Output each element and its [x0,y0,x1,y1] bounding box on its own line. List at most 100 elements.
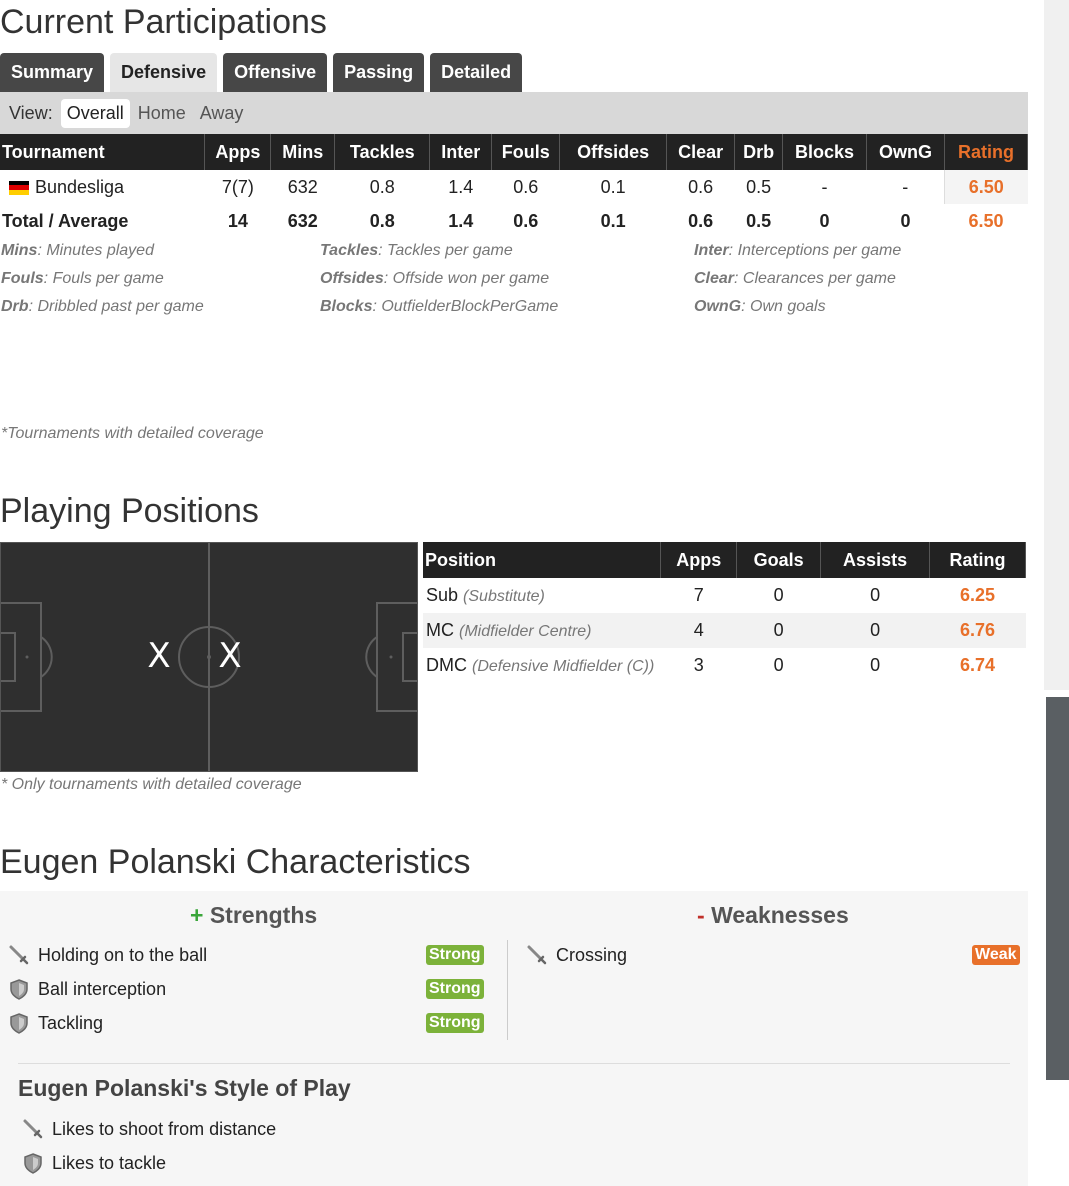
total-blocks: 0 [819,210,830,231]
inter-cell: 1.4 [448,176,474,197]
legend-owng: OwnG: Own goals [694,298,826,315]
rating-cell: 6.50 [943,170,1028,204]
view-label: View: [9,102,53,123]
sword-icon [23,1119,43,1139]
col-apps[interactable]: Apps [204,134,272,170]
total-row: Total / Average 14 632 0.8 1.4 0.6 0.1 0… [0,204,1028,238]
sword-icon [9,945,29,965]
positions-title: Playing Positions [0,492,259,530]
col-inter[interactable]: Inter [429,134,493,170]
col-owng[interactable]: OwnG [866,134,945,170]
side-player-image [1046,697,1069,1080]
shield-icon [24,1153,42,1174]
apps-cell: 7(7) [221,176,254,197]
table-header-row: Tournament Apps Mins Tackles Inter Fouls… [0,134,1029,170]
column-divider [507,940,508,1040]
table-header-row: Position Apps Goals Assists Rating [423,542,1026,578]
strength-level-badge: Strong [426,979,484,999]
strength-level-badge: Strong [426,945,484,965]
tournament-cell[interactable]: Bundesliga [0,170,205,204]
weaknesses-heading: - Weaknesses [697,902,849,928]
blocks-cell: - [821,176,828,197]
tab-summary[interactable]: Summary [0,53,105,92]
owng-cell: - [902,176,909,197]
tab-defensive[interactable]: Defensive [110,53,218,92]
goals-cell: 0 [773,585,784,605]
total-offsides: 0.1 [600,210,626,231]
position-cell: Sub (Substitute) [426,585,545,605]
total-rating: 6.50 [968,210,1004,231]
col-rating[interactable]: Rating [944,134,1029,170]
positions-table: Position Apps Goals Assists Rating Sub (… [423,542,1026,683]
col-clear[interactable]: Clear [666,134,736,170]
separator [18,1063,1010,1064]
col-rating[interactable]: Rating [929,542,1026,578]
total-owng: 0 [900,210,911,231]
offsides-cell: 0.1 [600,176,626,197]
stat-tabs: Summary Defensive Offensive Passing Deta… [0,53,523,92]
tab-detailed[interactable]: Detailed [430,53,523,92]
view-filter-bar: View: Overall Home Away [0,92,1028,134]
pitch-diagram: X X [0,542,420,772]
col-assists[interactable]: Assists [820,542,931,578]
view-option-overall[interactable]: Overall [60,98,130,128]
col-drb[interactable]: Drb [734,134,784,170]
col-apps[interactable]: Apps [660,542,738,578]
legend-offsides: Offsides: Offside won per game [320,270,550,287]
apps-cell: 7 [693,585,704,605]
col-tackles[interactable]: Tackles [334,134,431,170]
goals-cell: 0 [773,655,784,675]
style-item: Likes to shoot from distance [22,1118,276,1140]
shield-icon [10,979,28,1000]
position-marker-mc: X [147,636,170,676]
tab-passing[interactable]: Passing [333,53,425,92]
col-goals[interactable]: Goals [736,542,822,578]
clear-cell: 0.6 [688,176,714,197]
assists-cell: 0 [820,613,930,648]
legend-tackles: Tackles: Tackles per game [320,242,513,259]
total-label: Total / Average [2,210,129,231]
legend-fouls: Fouls: Fouls per game [1,270,164,287]
legend-drb: Drb: Dribbled past per game [1,298,204,315]
legend-blocks: Blocks: OutfielderBlockPerGame [320,298,559,315]
strength-item: Holding on to the ball [8,944,207,966]
weakness-level-badge: Weak [972,945,1020,965]
tab-offensive[interactable]: Offensive [223,53,328,92]
col-offsides[interactable]: Offsides [559,134,668,170]
strength-item: Ball interception [8,978,166,1000]
legend-clear: Clear: Clearances per game [694,270,896,287]
col-tournament[interactable]: Tournament [0,134,206,170]
apps-cell: 3 [693,655,704,675]
position-marker-dmc: X [218,636,241,676]
style-of-play-heading: Eugen Polanski's Style of Play [18,1075,351,1101]
goals-cell: 0 [736,613,821,648]
strength-item: Tackling [8,1012,103,1034]
assists-cell: 0 [870,655,881,675]
table-row: Sub (Substitute) 7 0 0 6.25 [423,578,1026,613]
table-row: Bundesliga 7(7) 632 0.8 1.4 0.6 0.1 0.6 … [0,170,1028,204]
total-inter: 1.4 [448,210,474,231]
mins-cell: 632 [287,176,318,197]
total-fouls: 0.6 [513,210,539,231]
col-position[interactable]: Position [423,542,662,578]
position-cell: MC (Midfielder Centre) [423,613,661,648]
rating-cell: 6.74 [959,655,996,675]
col-blocks[interactable]: Blocks [782,134,868,170]
view-option-away[interactable]: Away [194,99,250,128]
col-fouls[interactable]: Fouls [491,134,561,170]
positions-coverage-note: * Only tournaments with detailed coverag… [1,776,302,793]
rating-cell: 6.76 [929,613,1026,648]
total-clear: 0.6 [688,210,714,231]
pitch-lines: X X [0,543,420,771]
total-apps: 14 [227,210,248,231]
rating-cell: 6.25 [959,585,996,605]
tournament-name[interactable]: Bundesliga [35,177,124,197]
view-option-home[interactable]: Home [132,99,192,128]
total-mins: 632 [287,210,318,231]
style-item: Likes to tackle [22,1152,166,1174]
total-tackles: 0.8 [369,210,395,231]
germany-flag-icon [9,180,29,195]
col-mins[interactable]: Mins [270,134,336,170]
tackles-cell: 0.8 [369,176,395,197]
strength-level-badge: Strong [426,1013,484,1033]
